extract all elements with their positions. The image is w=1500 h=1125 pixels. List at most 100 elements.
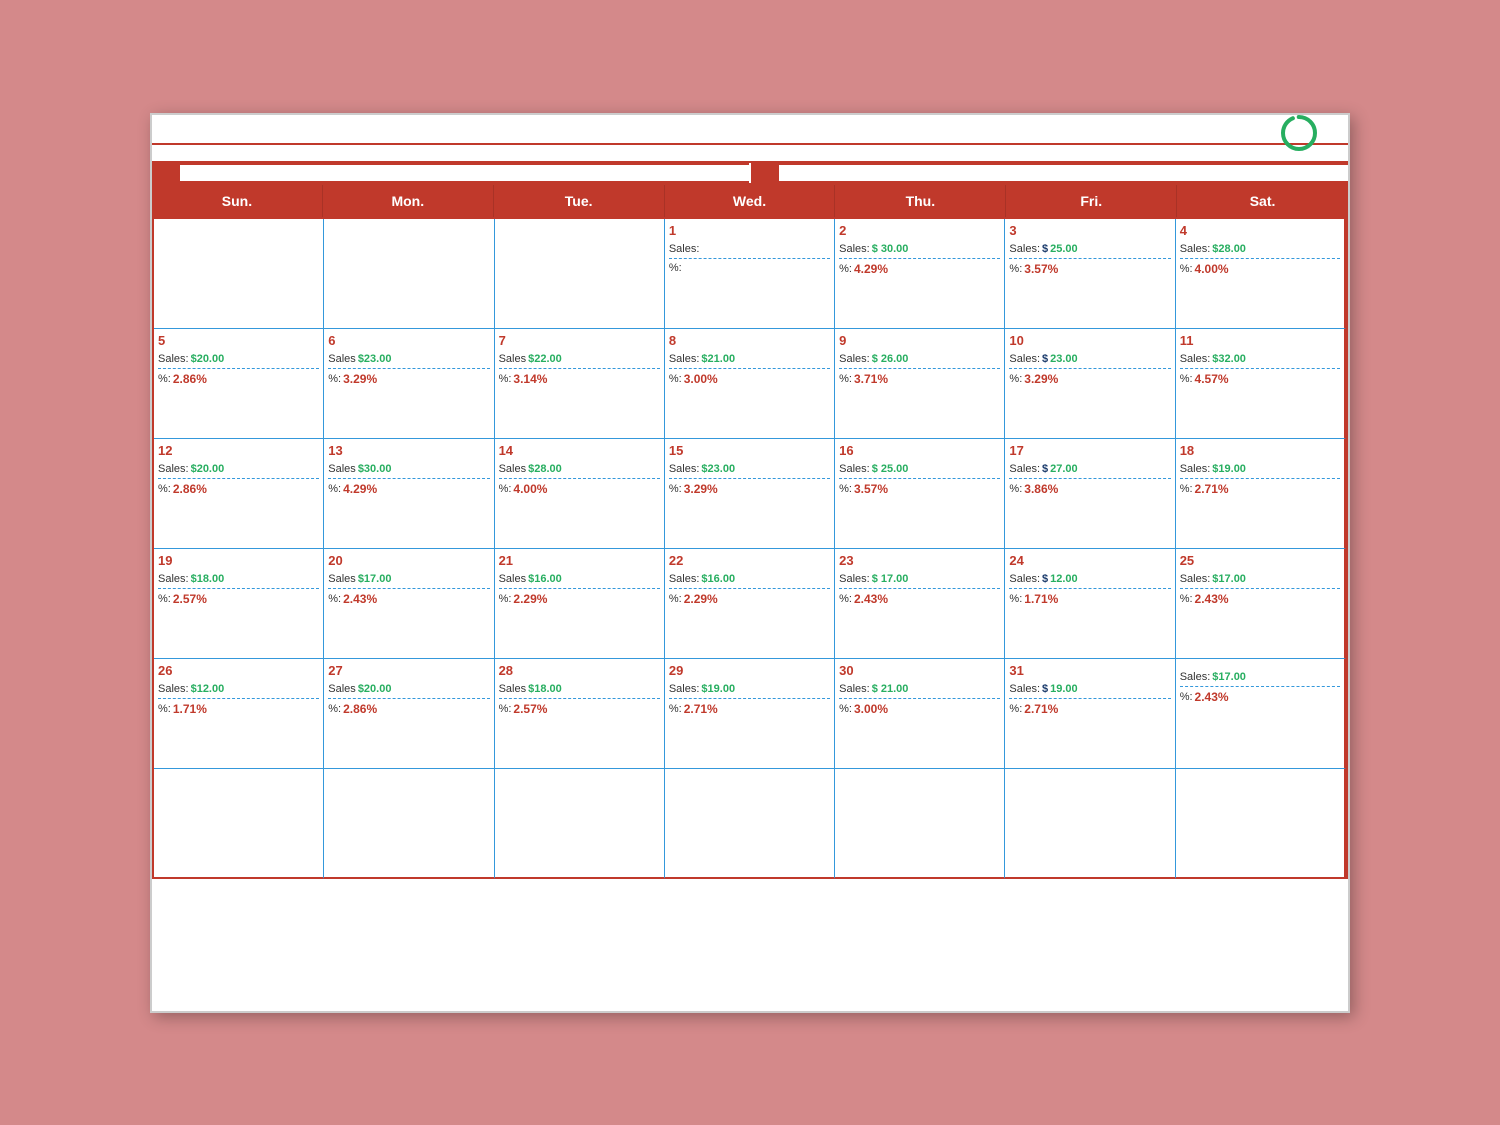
calendar-cell <box>1176 769 1346 879</box>
percent-label: %: <box>1009 373 1022 385</box>
calendar-cell: 3 Sales: $ 25.00 %: 3.57% <box>1005 219 1175 329</box>
percent-label: %: <box>1009 593 1022 605</box>
percent-label: %: <box>328 483 341 495</box>
calendar-cell: 10 Sales: $ 23.00 %: 3.29% <box>1005 329 1175 439</box>
day-number: 7 <box>499 333 506 348</box>
sales-value: $18.00 <box>528 683 562 695</box>
sales-label: Sales <box>499 683 527 695</box>
percent-value: 2.86% <box>173 372 207 386</box>
sales-value: $30.00 <box>358 463 392 475</box>
day-number: 27 <box>328 663 342 678</box>
sales-label: Sales: <box>1009 353 1040 365</box>
report-container: Sun. Mon. Tue. Wed. Thu. Fri. Sat. 1 Sal… <box>150 113 1350 1013</box>
sales-label: Sales <box>499 353 527 365</box>
calendar-grid: 1 Sales: %: 2 Sales: $ 30.00 %: 4.29% 3 … <box>152 219 1348 879</box>
sales-label: Sales <box>499 573 527 585</box>
sales-value: $16.00 <box>528 573 562 585</box>
day-number: 15 <box>669 443 683 458</box>
dashed-divider <box>158 478 319 479</box>
dashed-divider <box>158 698 319 699</box>
day-number: 1 <box>669 223 676 238</box>
sales-label: Sales: <box>839 573 870 585</box>
completed-amount-box <box>779 163 1348 183</box>
day-number: 13 <box>328 443 342 458</box>
sales-label: Sales <box>328 463 356 475</box>
sales-value: $19.00 <box>1212 463 1246 475</box>
percent-value: 3.57% <box>854 482 888 496</box>
sales-value: $17.00 <box>1212 671 1246 683</box>
dollar-sign: $ <box>1042 353 1048 365</box>
sales-value: $12.00 <box>191 683 225 695</box>
percent-value: 2.43% <box>343 592 377 606</box>
sales-completed-section <box>751 163 1348 183</box>
calendar-cell: 4 Sales: $28.00 %: 4.00% <box>1176 219 1346 329</box>
percent-label: %: <box>158 483 171 495</box>
target-circle-icon <box>1278 112 1320 154</box>
calendar-cell: 28 Sales $18.00 %: 2.57% <box>495 659 665 769</box>
calendar-cell: 31 Sales: $ 19.00 %: 2.71% <box>1005 659 1175 769</box>
day-number: 18 <box>1180 443 1194 458</box>
calendar-cell <box>665 769 835 879</box>
percent-value: 3.86% <box>1024 482 1058 496</box>
header-thu: Thu. <box>835 185 1006 217</box>
percent-value: 3.57% <box>1024 262 1058 276</box>
percent-label: %: <box>499 373 512 385</box>
percent-label: %: <box>499 483 512 495</box>
sales-label: Sales: <box>839 243 870 255</box>
sales-label: Sales <box>328 353 356 365</box>
sales-value: $28.00 <box>1212 243 1246 255</box>
sales-label: Sales: <box>839 353 870 365</box>
sales-value: $19.00 <box>701 683 735 695</box>
sales-label: Sales: <box>839 463 870 475</box>
dashed-divider <box>1180 478 1340 479</box>
calendar-cell: 7 Sales $22.00 %: 3.14% <box>495 329 665 439</box>
day-number: 31 <box>1009 663 1023 678</box>
dashed-divider <box>499 478 660 479</box>
calendar-cell: 17 Sales: $ 27.00 %: 3.86% <box>1005 439 1175 549</box>
dollar-sign: $ <box>1042 573 1048 585</box>
dashed-divider <box>499 698 660 699</box>
calendar-header: Sun. Mon. Tue. Wed. Thu. Fri. Sat. <box>152 185 1348 219</box>
day-number: 21 <box>499 553 513 568</box>
dashed-divider <box>1180 588 1340 589</box>
header-mon: Mon. <box>323 185 494 217</box>
percent-value: 3.00% <box>854 702 888 716</box>
day-number: 5 <box>158 333 165 348</box>
sales-value: $ 26.00 <box>872 353 909 365</box>
calendar-cell <box>154 769 324 879</box>
calendar-cell <box>835 769 1005 879</box>
target-section <box>1270 112 1328 154</box>
sales-label: Sales: <box>158 463 189 475</box>
percent-label: %: <box>1180 691 1193 703</box>
day-number: 4 <box>1180 223 1187 238</box>
dashed-divider <box>1180 258 1340 259</box>
sales-label: Sales: <box>669 353 700 365</box>
dashed-divider <box>839 368 1000 369</box>
sales-label: Sales <box>499 463 527 475</box>
percent-label: %: <box>839 483 852 495</box>
day-number: 22 <box>669 553 683 568</box>
info-row <box>152 145 1348 163</box>
sales-label: Sales: <box>158 353 189 365</box>
percent-label: %: <box>839 263 852 275</box>
percent-value: 2.71% <box>684 702 718 716</box>
percent-value: 4.29% <box>343 482 377 496</box>
dashed-divider <box>1180 368 1340 369</box>
header-tue: Tue. <box>494 185 665 217</box>
sales-label: Sales: <box>158 683 189 695</box>
planned-amount-box <box>180 163 749 183</box>
dashed-divider <box>839 698 1000 699</box>
sales-label: Sales: <box>669 573 700 585</box>
percent-label: %: <box>669 373 682 385</box>
calendar-cell: 23 Sales: $ 17.00 %: 2.43% <box>835 549 1005 659</box>
percent-label: %: <box>158 593 171 605</box>
sales-value: $23.00 <box>358 353 392 365</box>
dashed-divider <box>328 478 489 479</box>
percent-label: %: <box>839 373 852 385</box>
calendar-cell: Sales: $17.00 %: 2.43% <box>1176 659 1346 769</box>
calendar-cell: 18 Sales: $19.00 %: 2.71% <box>1176 439 1346 549</box>
day-number: 28 <box>499 663 513 678</box>
calendar-cell: 9 Sales: $ 26.00 %: 3.71% <box>835 329 1005 439</box>
sales-value: $ 21.00 <box>872 683 909 695</box>
sales-label: Sales <box>328 573 356 585</box>
